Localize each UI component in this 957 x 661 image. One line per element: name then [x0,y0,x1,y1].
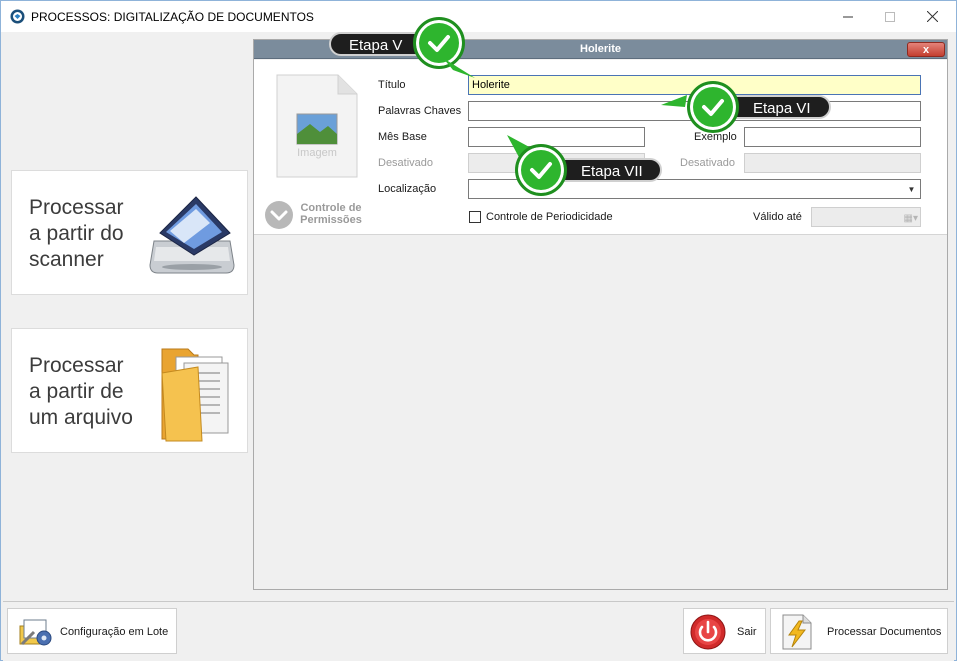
maximize-icon[interactable] [867,1,913,32]
exit-button[interactable]: Sair [683,608,766,654]
calendar-dropdown-icon: ▦▾ [903,213,918,224]
process-from-scanner-button[interactable]: Processar a partir do scanner [11,170,248,295]
document-form: Imagem Controle de Permissões Título Hol… [254,60,947,235]
valid-until-label: Válido até [753,211,802,223]
batch-config-icon [18,616,54,651]
bottom-toolbar: Configuração em Lote Sair Processar Docu… [3,601,954,661]
thumbnail-caption: Imagem [297,147,337,159]
power-icon [690,614,726,653]
app-window: PROCESSOS: DIGITALIZAÇÃO DE DOCUMENTOS P… [0,0,957,661]
base-month-input[interactable] [468,127,645,147]
window-title: PROCESSOS: DIGITALIZAÇÃO DE DOCUMENTOS [31,10,314,24]
disabled-label-2: Desativado [680,157,736,169]
batch-config-button[interactable]: Configuração em Lote [7,608,177,654]
left-panel: Processar a partir do scanner Processar … [3,34,249,594]
file-button-label: Processar a partir de um arquivo [29,354,133,429]
document-thumbnail[interactable]: Imagem [276,74,358,178]
callout-pointer-vi [661,95,687,107]
disabled-input-2 [744,153,921,173]
document-close-button[interactable]: x [907,42,945,57]
step-v-label: Etapa V [349,37,403,54]
dropdown-arrow-icon[interactable]: ▼ [905,183,918,196]
document-close-label: x [922,43,930,56]
disabled-label-1: Desativado [378,157,434,169]
periodicity-label: Controle de Periodicidade [486,211,613,223]
example-input[interactable] [744,127,921,147]
process-documents-icon [781,613,813,654]
permissions-control-label[interactable]: Controle de Permissões [296,202,366,226]
process-from-file-button[interactable]: Processar a partir de um arquivo [11,328,248,453]
step-vii-label: Etapa VII [581,163,643,180]
exit-label: Sair [737,626,757,638]
folder-icon [158,343,246,446]
app-logo-icon [10,9,25,24]
location-label: Localização [378,183,437,195]
scanner-button-label: Processar a partir do scanner [29,196,124,271]
valid-until-date-picker: ▦▾ [811,207,921,227]
batch-config-label: Configuração em Lote [60,626,169,638]
minimize-icon[interactable] [825,1,871,32]
document-panel: Holerite x Imagem Controle de Permissões… [253,39,948,590]
periodicity-checkbox[interactable] [469,211,481,223]
process-documents-label: Processar Documentos [827,626,942,638]
title-bar: PROCESSOS: DIGITALIZAÇÃO DE DOCUMENTOS [1,1,956,32]
checkmark-icon [687,81,739,133]
process-documents-button[interactable]: Processar Documentos [770,608,948,654]
title-label: Título [378,79,406,91]
scanner-icon [148,193,236,280]
base-month-label: Mês Base [378,131,427,143]
step-vi-label: Etapa VI [753,100,811,117]
keywords-label: Palavras Chaves [378,105,462,117]
checkmark-icon [515,144,567,196]
chevron-down-icon[interactable] [264,200,294,230]
callout-pointer-v [443,58,475,78]
close-icon[interactable] [909,1,955,32]
